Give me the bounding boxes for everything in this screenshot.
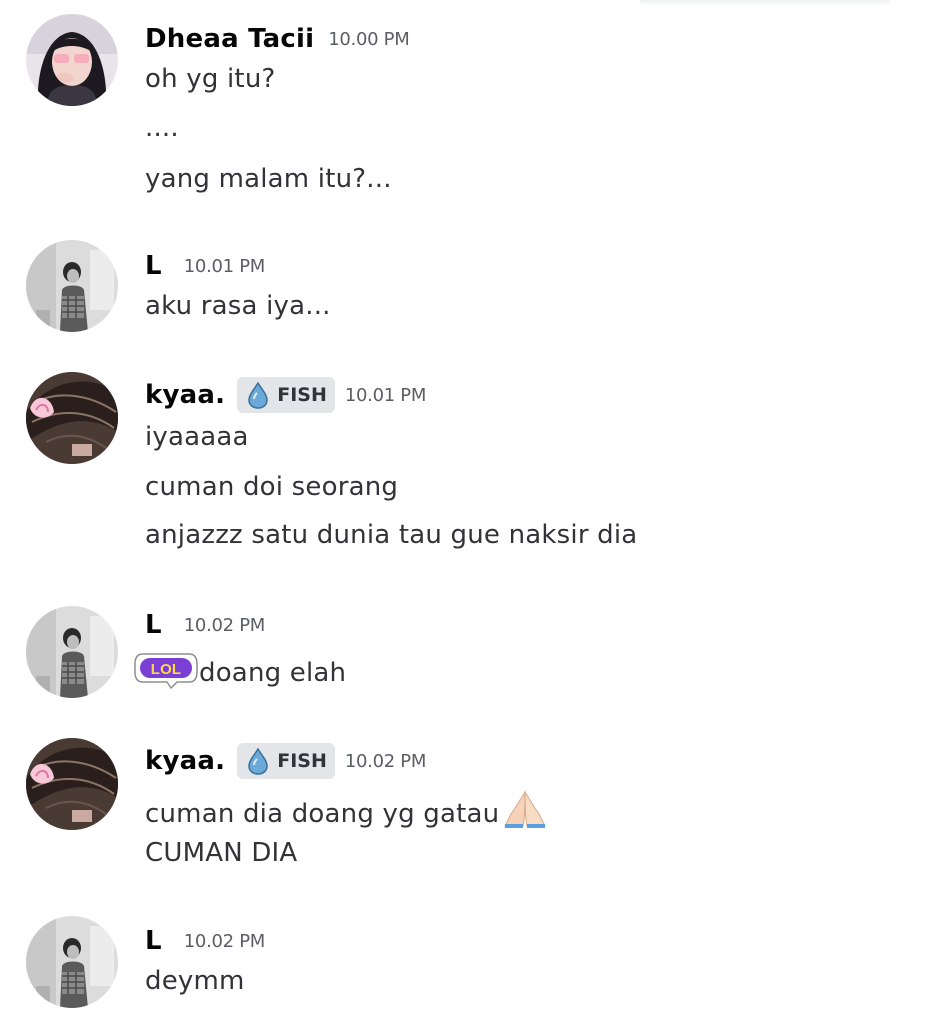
guild-tag-label: FISH (277, 750, 327, 772)
message-text: cuman doi seorang (145, 472, 399, 502)
guild-tag[interactable]: FISH (237, 743, 335, 779)
message-text: yang malam itu?... (145, 164, 392, 194)
message-header: L 10.01 PM (145, 248, 265, 284)
message-header: kyaa. FISH 10.01 PM (145, 377, 426, 413)
avatar[interactable] (26, 606, 118, 698)
message-header: kyaa. FISH 10.02 PM (145, 743, 426, 779)
author-name[interactable]: L (145, 251, 162, 281)
message-header: L 10.02 PM (145, 923, 265, 959)
author-name[interactable]: L (145, 610, 162, 640)
message-text: aku rasa iya... (145, 291, 331, 321)
message-text: cuman dia doang yg gatau (145, 799, 500, 829)
message-text: anjazzz satu dunia tau gue naksir dia (145, 520, 638, 550)
folded-hands-icon (503, 788, 547, 835)
water-drop-icon (248, 381, 268, 409)
avatar[interactable] (26, 372, 118, 464)
timestamp[interactable]: 10.01 PM (184, 256, 266, 277)
avatar[interactable] (26, 240, 118, 332)
message-text: .... (145, 113, 179, 143)
timestamp[interactable]: 10.00 PM (328, 29, 410, 50)
water-drop-icon (248, 747, 268, 775)
timestamp[interactable]: 10.02 PM (345, 751, 427, 772)
guild-tag-label: FISH (277, 384, 327, 406)
timestamp[interactable]: 10.02 PM (184, 615, 266, 636)
timestamp[interactable]: 10.02 PM (184, 931, 266, 952)
message-text: CUMAN DIA (145, 838, 298, 868)
timestamp[interactable]: 10.01 PM (345, 385, 427, 406)
guild-tag[interactable]: FISH (237, 377, 335, 413)
message-text: iyaaaaa (145, 422, 249, 452)
top-shade (640, 0, 890, 6)
message-text: doang elah (199, 658, 347, 688)
message-text: deymm (145, 966, 245, 996)
avatar[interactable] (26, 916, 118, 1008)
message-content: LOL doang elah (133, 650, 346, 697)
avatar[interactable] (26, 738, 118, 830)
author-name[interactable]: L (145, 926, 162, 956)
lol-sticker-text: LOL (151, 661, 182, 678)
author-name[interactable]: kyaa. (145, 746, 225, 776)
message-text: oh yg itu? (145, 64, 276, 94)
avatar[interactable] (26, 14, 118, 106)
message-header: Dheaa Tacii 10.00 PM (145, 21, 410, 57)
message-content: cuman dia doang yg gatau (145, 788, 547, 835)
lol-sticker[interactable]: LOL (133, 650, 199, 697)
message-header: L 10.02 PM (145, 607, 265, 643)
author-name[interactable]: Dheaa Tacii (145, 24, 314, 54)
author-name[interactable]: kyaa. (145, 380, 225, 410)
